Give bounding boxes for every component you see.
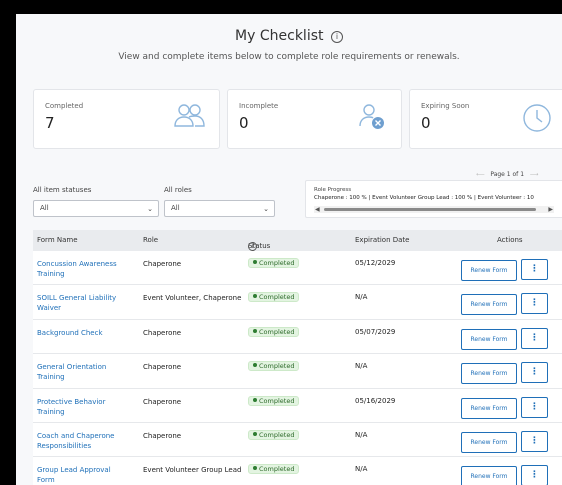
more-actions-button[interactable]: ⋮ [521,362,548,384]
role-progress-panel: Role Progress Chaperone : 100 % | Event … [305,180,562,218]
summary-label: Completed [45,102,84,110]
renew-form-button[interactable]: Renew Form [461,294,517,316]
scrollbar-thumb[interactable] [324,208,536,211]
status-dot-icon [253,260,257,264]
renew-form-button[interactable]: Renew Form [461,363,517,385]
page-title: My Checklist i [16,28,562,44]
role-cell: Chaperone [143,328,182,337]
col-expiration[interactable]: Expiration Date [355,236,410,244]
more-actions-button[interactable]: ⋮ [521,327,548,349]
status-badge: Completed [248,464,300,475]
horizontal-scrollbar[interactable]: ◀ ▶ [314,206,554,213]
checklist-page: My Checklist i View and complete items b… [16,14,562,485]
people-icon [174,104,205,127]
expiration-cell: N/A [355,465,368,474]
scroll-right-icon[interactable]: ▶ [548,206,553,213]
info-icon[interactable]: i [248,242,257,251]
role-cell: Chaperone [143,260,182,268]
renew-form-button[interactable]: Renew Form [461,431,517,453]
table-row: General Orientation Training Chaperone C… [33,354,562,389]
role-progress-values: Chaperone : 100 % | Event Volunteer Grou… [314,195,534,201]
chevron-down-icon: ⌄ [147,205,153,213]
role-cell: Event Volunteer Group Lead [143,466,242,475]
expiration-cell: N/A [355,430,368,439]
status-badge: Completed [248,429,300,440]
table-row: Protective Behavior Training Chaperone C… [33,388,562,423]
form-name-link[interactable]: Protective Behavior Training [37,397,129,417]
status-dot-icon [253,363,257,368]
summary-value: 7 [45,114,55,132]
summary-card-completed: Completed 7 [33,89,220,149]
table-row: Background Check Chaperone Completed 05/… [33,319,562,355]
pagination: ⟵ Page 1 of 1 ⟶ [476,171,538,178]
status-badge: Completed [248,258,300,268]
table-header: Form Name Role Status i Expiration Date … [33,230,562,251]
table-row: SOILL General Liability Waiver Event Vol… [33,285,562,320]
status-filter-select[interactable]: All ⌄ [33,200,159,217]
status-badge: Completed [248,361,300,372]
expiration-cell: 05/12/2029 [355,259,396,267]
form-name-link[interactable]: Background Check [37,328,129,338]
renew-form-button[interactable]: Renew Form [461,397,517,419]
renew-form-button[interactable]: Renew Form [461,328,517,350]
col-actions: Actions [497,236,523,244]
status-dot-icon [253,294,257,299]
status-badge: Completed [248,395,300,406]
form-name-link[interactable]: Coach and Chaperone Responsibilities [37,431,129,451]
summary-value: 0 [239,114,249,132]
col-form-name[interactable]: Form Name [37,236,78,244]
role-cell: Chaperone [143,397,182,406]
more-actions-button[interactable]: ⋮ [521,293,548,315]
summary-card-expiring: Expiring Soon 0 [409,89,562,149]
renew-form-button[interactable]: Renew Form [461,466,517,485]
page-subtitle: View and complete items below to complet… [118,52,460,62]
status-badge: Completed [248,326,300,337]
scroll-left-icon[interactable]: ◀ [315,206,320,213]
status-dot-icon [253,397,257,402]
form-name-link[interactable]: SOILL General Liability Waiver [37,293,129,313]
renew-form-button[interactable]: Renew Form [461,260,517,281]
table-row: Coach and Chaperone Responsibilities Cha… [33,422,562,458]
summary-card-incomplete: Incomplete 0 [227,89,402,149]
expiration-cell: N/A [355,293,368,302]
expiration-cell: 05/16/2029 [355,396,396,405]
status-filter-label: All item statuses [33,186,92,194]
summary-label: Incomplete [239,102,279,110]
form-name-link[interactable]: Concussion Awareness Training [37,259,129,279]
summary-value: 0 [421,114,431,132]
more-actions-button[interactable]: ⋮ [521,430,548,452]
clock-icon [523,104,551,132]
role-cell: Event Volunteer, Chaperone [143,294,242,303]
more-actions-button[interactable]: ⋮ [521,259,548,280]
status-dot-icon [253,466,257,471]
user-cancel-icon [359,104,384,129]
role-cell: Chaperone [143,431,182,440]
info-icon[interactable]: i [330,31,343,43]
chevron-down-icon: ⌄ [263,205,269,213]
status-dot-icon [253,328,257,333]
col-role[interactable]: Role [143,236,158,244]
expiration-cell: N/A [355,362,368,371]
form-name-link[interactable]: Group Lead Approval Form [37,465,129,485]
next-page-button[interactable]: ⟶ [530,171,539,178]
more-actions-button[interactable]: ⋮ [521,396,548,418]
roles-filter-label: All roles [164,186,192,194]
checklist-table: Form Name Role Status i Expiration Date … [33,230,562,485]
status-badge: Completed [248,292,300,303]
more-actions-button[interactable]: ⋮ [521,465,548,485]
prev-page-button[interactable]: ⟵ [476,171,485,178]
table-row: Group Lead Approval Form Event Volunteer… [33,457,562,485]
page-indicator: Page 1 of 1 [490,171,525,178]
roles-filter-select[interactable]: All ⌄ [164,200,275,217]
summary-label: Expiring Soon [421,102,470,110]
form-name-link[interactable]: General Orientation Training [37,362,129,382]
table-row: Concussion Awareness Training Chaperone … [33,251,562,286]
role-progress-heading: Role Progress [314,187,352,193]
status-dot-icon [253,431,257,436]
expiration-cell: 05/07/2029 [355,327,396,336]
role-cell: Chaperone [143,363,182,372]
